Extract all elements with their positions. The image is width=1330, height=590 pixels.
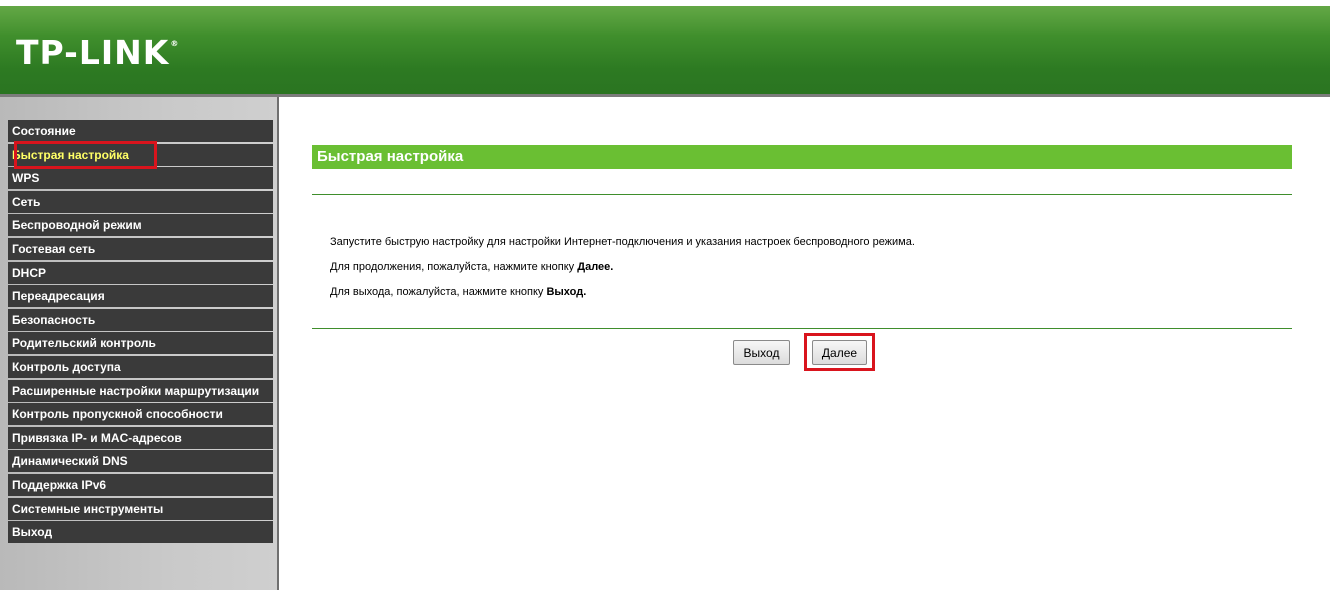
sidebar-item-guest-network[interactable]: Гостевая сеть <box>8 237 273 260</box>
tp-link-logo: TP-LINK® <box>16 36 179 69</box>
sidebar-item-security[interactable]: Безопасность <box>8 308 273 331</box>
sidebar-item-dynamic-dns[interactable]: Динамический DNS <box>8 450 273 473</box>
continue-hint-keyword: Далее. <box>577 261 614 273</box>
sidebar: Состояние Быстрая настройка WPS Сеть Бес… <box>0 97 279 590</box>
page-title: Быстрая настройка <box>312 145 1292 169</box>
registered-mark: ® <box>170 39 180 48</box>
sidebar-item-logout[interactable]: Выход <box>8 521 273 544</box>
sidebar-item-parental-control[interactable]: Родительский контроль <box>8 332 273 355</box>
divider-top <box>312 194 1292 195</box>
router-admin-page: TP-LINK® Состояние Быстрая настройка WPS… <box>0 0 1330 590</box>
logo-text: TP-LINK <box>16 33 170 72</box>
sidebar-item-dhcp[interactable]: DHCP <box>8 261 273 284</box>
header-banner: TP-LINK® <box>0 0 1330 96</box>
sidebar-item-system-tools[interactable]: Системные инструменты <box>8 497 273 520</box>
sidebar-menu: Состояние Быстрая настройка WPS Сеть Бес… <box>8 120 273 545</box>
sidebar-item-advanced-routing[interactable]: Расширенные настройки маршрутизации <box>8 379 273 402</box>
sidebar-item-bandwidth-control[interactable]: Контроль пропускной способности <box>8 403 273 426</box>
sidebar-item-forwarding[interactable]: Переадресация <box>8 285 273 308</box>
continue-hint-text: Для продолжения, пожалуйста, нажмите кно… <box>330 261 578 273</box>
sidebar-item-access-control[interactable]: Контроль доступа <box>8 355 273 378</box>
sidebar-item-network[interactable]: Сеть <box>8 190 273 213</box>
sidebar-item-wireless[interactable]: Беспроводной режим <box>8 214 273 237</box>
exit-hint-text: Для выхода, пожалуйста, нажмите кнопку <box>330 286 547 298</box>
header-sheen <box>0 6 1330 36</box>
exit-hint: Для выхода, пожалуйста, нажмите кнопку В… <box>330 286 586 298</box>
sidebar-item-quick-setup[interactable]: Быстрая настройка <box>8 143 273 166</box>
instruction-text: Запустите быструю настройку для настройк… <box>330 236 915 248</box>
sidebar-item-ip-mac-binding[interactable]: Привязка IP- и MAC-адресов <box>8 426 273 449</box>
continue-hint: Для продолжения, пожалуйста, нажмите кно… <box>330 261 613 273</box>
sidebar-item-status[interactable]: Состояние <box>8 120 273 142</box>
exit-hint-keyword: Выход. <box>546 286 587 298</box>
sidebar-item-wps[interactable]: WPS <box>8 167 273 190</box>
next-button[interactable]: Далее <box>812 340 867 365</box>
main-content: Быстрая настройка Запустите быструю наст… <box>281 97 1330 590</box>
divider-bottom <box>312 328 1292 329</box>
sidebar-item-ipv6[interactable]: Поддержка IPv6 <box>8 473 273 496</box>
exit-button[interactable]: Выход <box>733 340 790 365</box>
